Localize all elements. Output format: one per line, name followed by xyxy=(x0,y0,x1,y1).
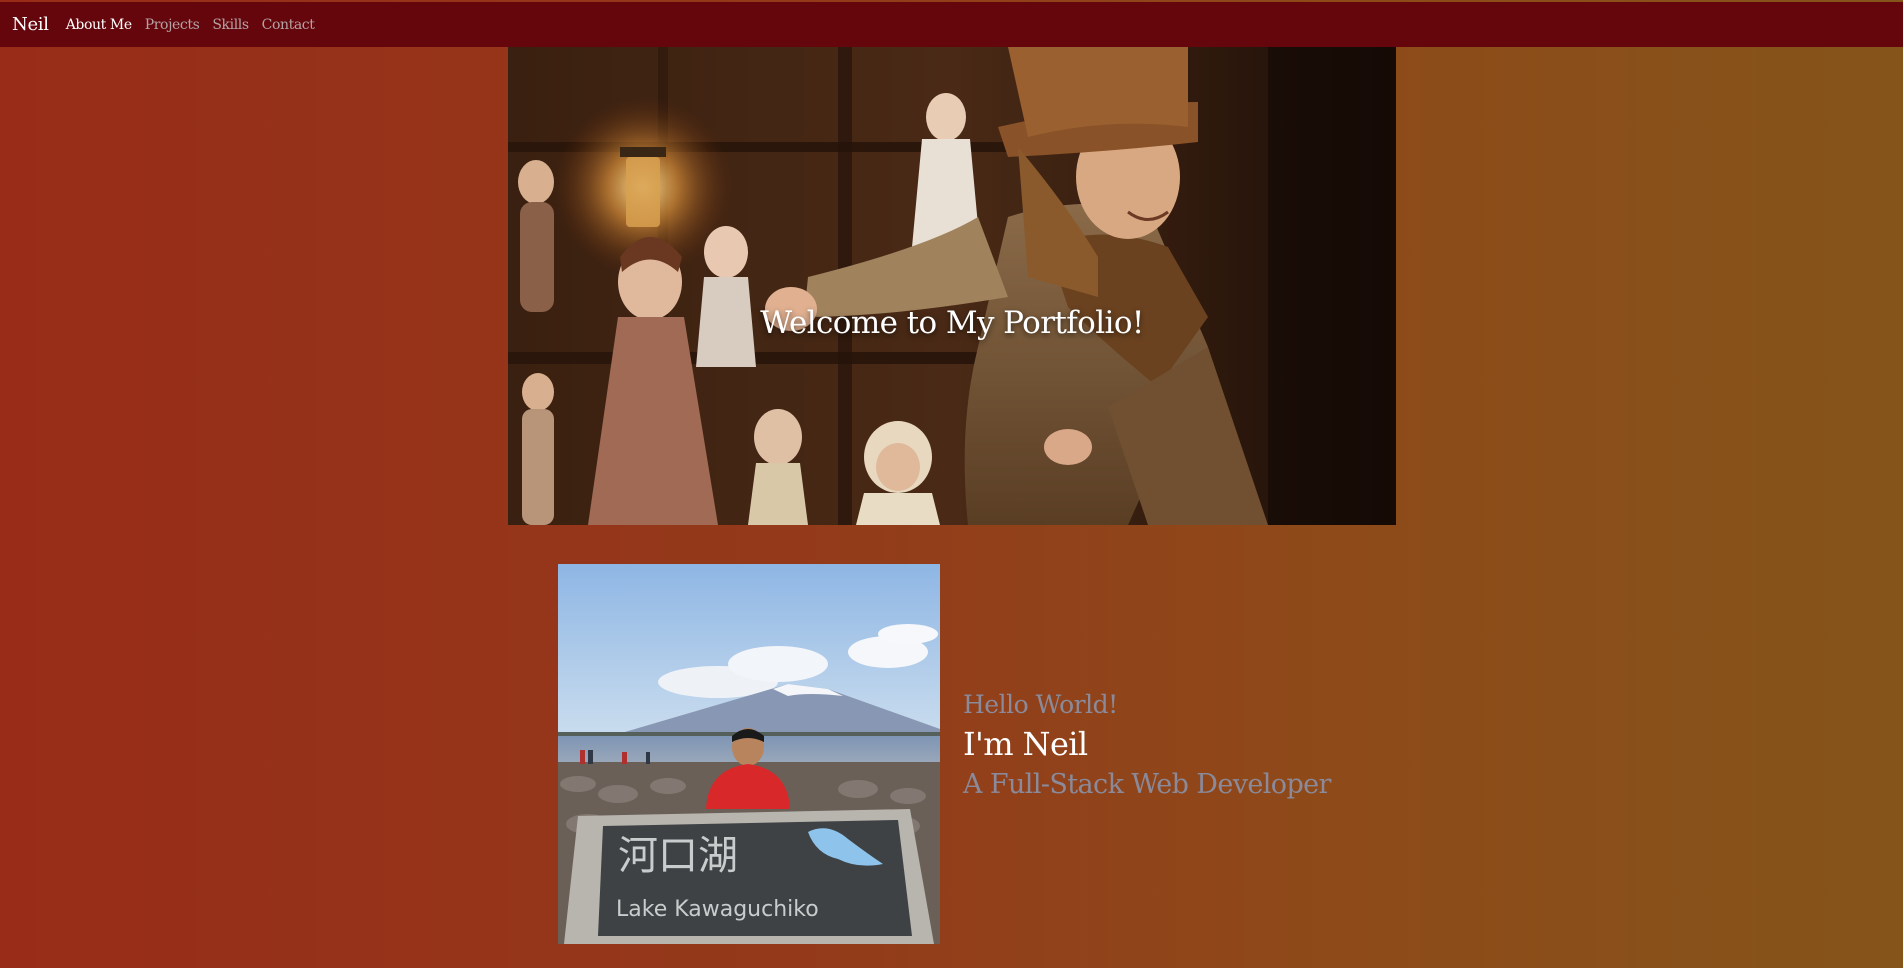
greeting-text: Hello World! xyxy=(963,690,1118,719)
name-heading: I'm Neil xyxy=(963,725,1088,763)
profile-photo-image: 河口湖 Lake Kawaguchiko xyxy=(558,564,940,944)
nav-links: About Me Projects Skills Contact xyxy=(66,17,315,33)
nav-link-skills[interactable]: Skills xyxy=(212,17,249,33)
nav-link-about-me[interactable]: About Me xyxy=(66,17,132,33)
sign-subtitle: Lake Kawaguchiko xyxy=(616,897,819,922)
hero-title: Welcome to My Portfolio! xyxy=(760,305,1144,341)
intro-section: Hello World! I'm Neil A Full-Stack Web D… xyxy=(963,690,1463,800)
sign-kanji: 河口湖 xyxy=(618,833,738,879)
navbar: Neil About Me Projects Skills Contact xyxy=(0,2,1903,47)
brand-link[interactable]: Neil xyxy=(12,14,49,35)
profile-photo: 河口湖 Lake Kawaguchiko xyxy=(558,564,940,944)
nav-link-contact[interactable]: Contact xyxy=(262,17,315,33)
role-text: A Full-Stack Web Developer xyxy=(963,769,1331,800)
hero-photo xyxy=(508,47,1396,525)
hero-banner: Welcome to My Portfolio! xyxy=(508,47,1396,525)
nav-link-projects[interactable]: Projects xyxy=(145,17,200,33)
